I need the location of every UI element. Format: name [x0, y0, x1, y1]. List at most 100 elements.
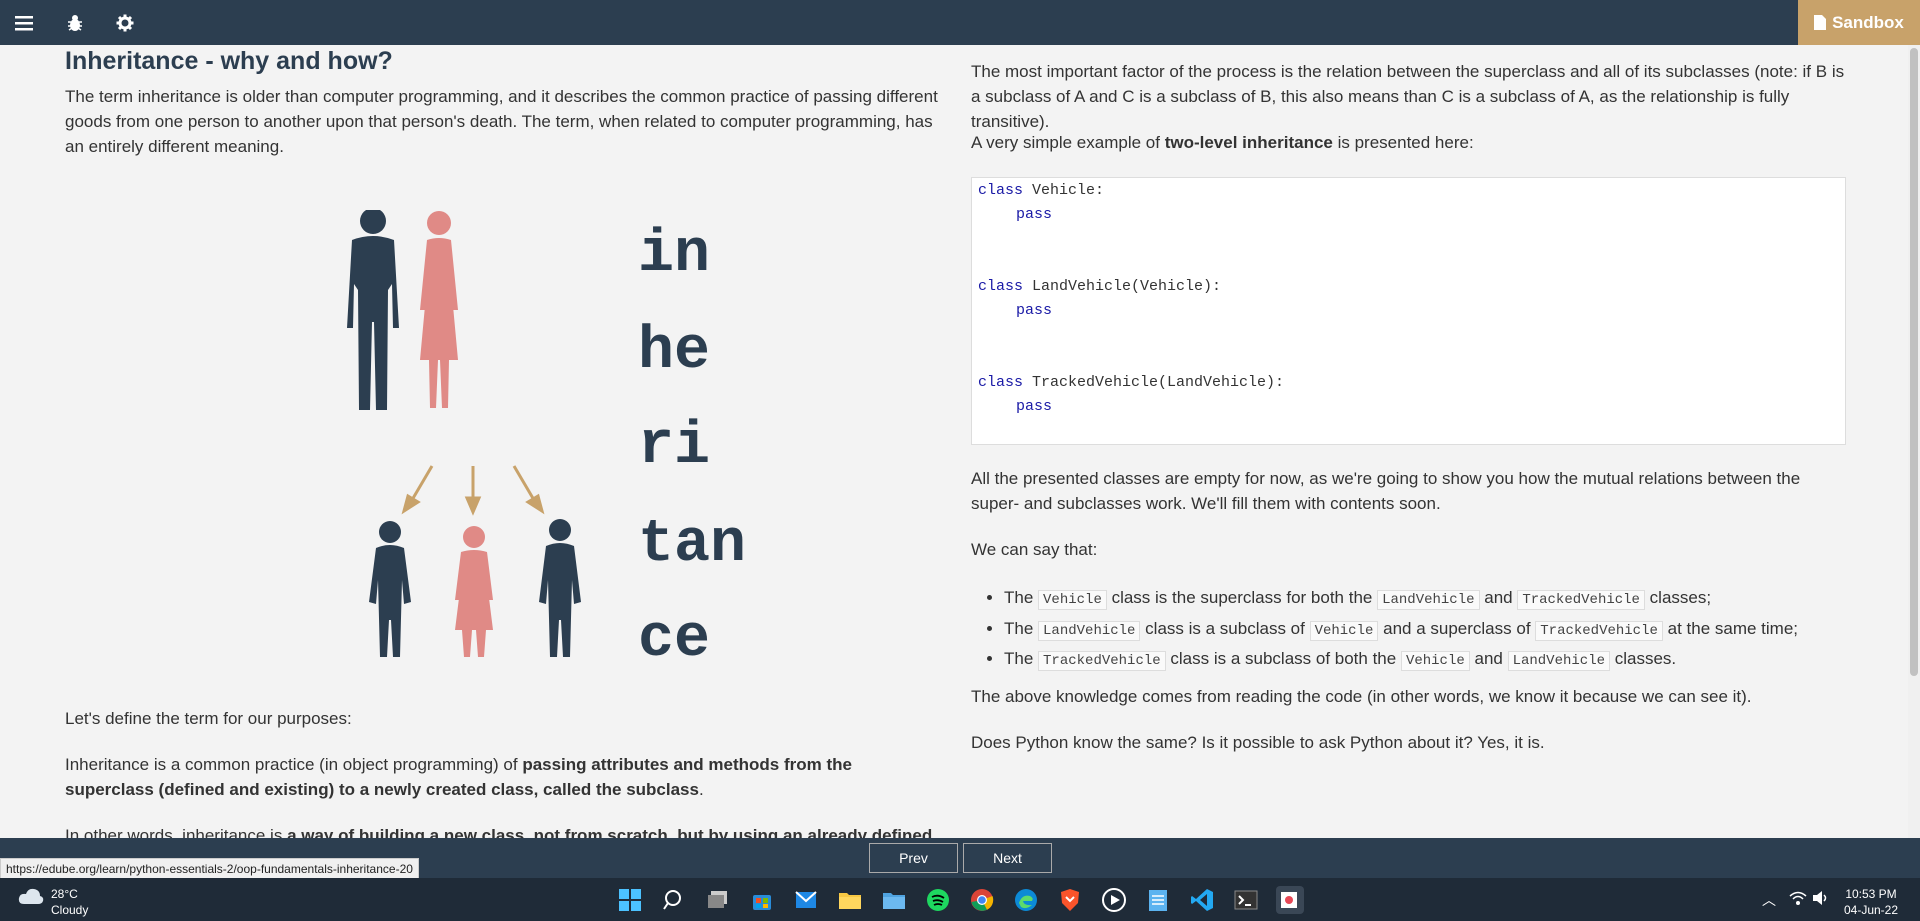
- code-keyword: class: [978, 182, 1024, 199]
- code-text: Vehicle:: [1023, 182, 1105, 199]
- wifi-icon[interactable]: [1789, 890, 1807, 911]
- clock-time[interactable]: 10:53 PM: [1836, 887, 1906, 901]
- inline-code: TrackedVehicle: [1535, 620, 1663, 641]
- list-item-text: and: [1469, 649, 1508, 668]
- file-explorer-icon[interactable]: [836, 886, 864, 914]
- brave-icon[interactable]: [1056, 886, 1084, 914]
- inline-code: LandVehicle: [1377, 590, 1480, 610]
- store-icon[interactable]: [748, 886, 776, 914]
- spotify-icon[interactable]: [924, 886, 952, 914]
- word-part-ri: ri: [638, 413, 710, 481]
- code-keyword: class: [978, 278, 1024, 295]
- inline-code: LandVehicle: [1507, 651, 1610, 671]
- definition-text-a: Inheritance is a common practice (in obj…: [65, 755, 523, 774]
- example-intro: A very simple example of two-level inher…: [971, 130, 1474, 155]
- define-paragraph: Let's define the term for our purposes:: [65, 709, 352, 728]
- scrollbar-thumb[interactable]: [1910, 48, 1918, 676]
- example-intro-end: is presented here:: [1332, 133, 1474, 152]
- cloud-icon: [18, 886, 44, 912]
- folder-icon[interactable]: [880, 886, 908, 914]
- code-keyword: pass: [1016, 302, 1053, 319]
- lesson-content: Inheritance - why and how? The term inhe…: [0, 45, 1920, 838]
- file-icon: [1814, 15, 1827, 30]
- other-words-text: In other words, inheritance is: [65, 826, 288, 838]
- list-item-text: at the same time;: [1662, 618, 1799, 638]
- intro-paragraph: The term inheritance is older than compu…: [65, 87, 938, 156]
- prev-button[interactable]: Prev: [869, 843, 958, 873]
- list-item-text: classes;: [1644, 588, 1712, 607]
- empty-classes-paragraph: All the presented classes are empty for …: [971, 469, 1801, 513]
- notepad-icon[interactable]: [1144, 886, 1172, 914]
- sandbox-label: Sandbox: [1832, 12, 1904, 32]
- code-keyword: pass: [1016, 398, 1053, 415]
- clock-date[interactable]: 04-Jun-22: [1836, 903, 1906, 917]
- inline-code: TrackedVehicle: [1038, 651, 1166, 671]
- status-url: https://edube.org/learn/python-essential…: [0, 858, 419, 880]
- inline-code: Vehicle: [1038, 590, 1107, 610]
- child-figure-1: [369, 521, 411, 657]
- other-words-paragraph: In other words, inheritance is a way of …: [65, 823, 965, 838]
- list-item: The Vehicle class is the superclass for …: [1004, 584, 1798, 615]
- inline-code: LandVehicle: [1038, 620, 1141, 641]
- code-line-1: class Vehicle:: [978, 182, 1104, 199]
- father-figure: [347, 210, 399, 410]
- knowledge-paragraph: The above knowledge comes from reading t…: [971, 687, 1752, 706]
- definition-paragraph: Inheritance is a common practice (in obj…: [65, 752, 940, 802]
- code-line-3: class LandVehicle(Vehicle):: [978, 278, 1221, 295]
- search-icon[interactable]: [660, 886, 688, 914]
- chevron-up-icon[interactable]: ︿: [1762, 890, 1776, 910]
- chrome-icon[interactable]: [968, 886, 996, 914]
- we-can-say-paragraph: We can say that:: [971, 540, 1098, 559]
- page-title: Inheritance - why and how?: [65, 47, 393, 75]
- code-line-6: pass: [1016, 398, 1052, 415]
- weather-condition: Cloudy: [51, 903, 89, 917]
- inline-code: Vehicle: [1309, 620, 1379, 641]
- list-item-the: The: [1004, 618, 1034, 638]
- list-item-text: and a superclass of: [1378, 618, 1536, 638]
- speaker-icon[interactable]: [1812, 890, 1830, 911]
- word-part-in: in: [638, 221, 710, 289]
- inheritance-illustration: in he ri tan ce: [347, 210, 746, 674]
- code-line-2: pass: [1016, 206, 1052, 223]
- code-text: LandVehicle(Vehicle):: [1023, 278, 1222, 295]
- word-part-ce: ce: [638, 606, 710, 674]
- sandbox-button[interactable]: Sandbox: [1798, 0, 1920, 45]
- code-text: TrackedVehicle(LandVehicle):: [1023, 374, 1285, 391]
- list-item-the: The: [1004, 588, 1034, 607]
- bug-icon[interactable]: [63, 11, 87, 35]
- inline-code: Vehicle: [1400, 651, 1470, 671]
- code-line-5: class TrackedVehicle(LandVehicle):: [978, 374, 1284, 391]
- task-view-icon[interactable]: [704, 886, 732, 914]
- inline-code: TrackedVehicle: [1517, 590, 1645, 610]
- taskbar: 28°C Cloudy ︿ 10:53 PM 04-Jun-22: [0, 878, 1920, 921]
- mother-figure: [420, 211, 458, 408]
- relation-paragraph: The most important factor of the process…: [971, 62, 1845, 131]
- edge-icon[interactable]: [1012, 886, 1040, 914]
- relations-list: The Vehicle class is the superclass for …: [971, 584, 1798, 676]
- child-figure-3: [539, 519, 581, 657]
- list-item: The TrackedVehicle class is a subclass o…: [1004, 645, 1798, 676]
- terminal-icon[interactable]: [1232, 886, 1260, 914]
- windows-start-icon[interactable]: [616, 886, 644, 914]
- word-part-he: he: [638, 318, 710, 386]
- top-bar: Sandbox: [0, 0, 1920, 45]
- list-item-text: classes.: [1610, 649, 1677, 668]
- definition-text-end: .: [698, 780, 704, 799]
- example-intro-text: A very simple example of: [971, 133, 1165, 152]
- vscode-icon[interactable]: [1188, 886, 1216, 914]
- next-button[interactable]: Next: [963, 843, 1052, 873]
- mail-icon[interactable]: [792, 886, 820, 914]
- list-item-the: The: [1004, 649, 1034, 668]
- list-item-text: and: [1479, 588, 1518, 607]
- list-item: The LandVehicle class is a subclass of V…: [1004, 615, 1798, 646]
- list-item-text: class is a subclass of: [1140, 618, 1310, 638]
- gear-icon[interactable]: [113, 11, 137, 35]
- menu-icon[interactable]: [12, 11, 36, 35]
- list-item-text: class is a subclass of both the: [1165, 649, 1401, 668]
- example-intro-bold: two-level inheritance: [1164, 133, 1333, 152]
- snipping-tool-icon[interactable]: [1276, 886, 1304, 914]
- code-block[interactable]: class Vehicle: pass class LandVehicle(Ve…: [971, 177, 1846, 445]
- word-part-tan: tan: [638, 511, 746, 579]
- code-keyword: class: [978, 374, 1024, 391]
- media-player-icon[interactable]: [1100, 886, 1128, 914]
